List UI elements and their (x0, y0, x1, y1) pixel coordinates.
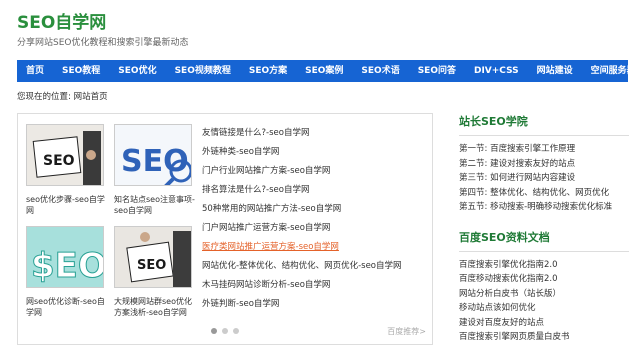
baidu-recommend-link[interactable]: 百度推荐> (387, 326, 426, 337)
article-link[interactable]: 排名算法是什么?-seo自学网 (202, 181, 427, 200)
sidebar: 站长SEO学院 第一节: 百度搜索引擎工作原理 第二节: 建设对搜索友好的站点 第三… (459, 113, 629, 345)
academy-item[interactable]: 第三节: 如何进行网站内容建设 (459, 171, 629, 186)
academy-list: 第一节: 百度搜索引擎工作原理 第二节: 建设对搜索友好的站点 第三节: 如何进行网… (459, 142, 629, 215)
nav-item[interactable]: SEO优化 (109, 60, 165, 82)
academy-item-title: 整体优化、结构优化、网页优化 (490, 187, 610, 198)
academy-item-number: 第四节: (459, 187, 488, 198)
academy-item-title: 百度搜索引擎工作原理 (490, 144, 576, 154)
academy-item[interactable]: 第二节: 建设对搜索友好的站点 (459, 157, 629, 172)
thumbnail-caption-3[interactable]: 网seo优化诊断-seo自学网 (26, 296, 108, 318)
article-list: 友情链接是什么?-seo自学网 外链种类-seo自学网 门户行业网站推广方案-seo… (202, 124, 427, 314)
academy-item-title: 建设对搜索友好的站点 (490, 158, 576, 169)
nav-item[interactable]: 网站建设 (528, 60, 582, 82)
site-subtitle: 分享网站SEO优化教程和搜索引擎最新动态 (17, 38, 189, 48)
nav-item[interactable]: SEO术语 (352, 60, 408, 82)
nav-item[interactable]: DIV+CSS (465, 60, 528, 82)
article-link[interactable]: 外链判断-seo自学网 (202, 295, 427, 314)
article-link[interactable]: 医疗类网站推广运营方案-seo自学网 (202, 238, 427, 257)
svg-text:SEO: SEO (43, 153, 75, 169)
nav-item[interactable]: SEO问答 (409, 60, 465, 82)
academy-item-number: 第一节: (459, 144, 488, 154)
academy-item-number: 第三节: (459, 173, 488, 183)
site-title[interactable]: SEO自学网 (17, 8, 106, 33)
carousel-dot-2[interactable] (222, 328, 228, 334)
article-link[interactable]: 友情链接是什么?-seo自学网 (202, 124, 427, 143)
doc-link[interactable]: 建设对百度友好的站点 (459, 316, 629, 331)
thumbnail-3[interactable]: $EO (26, 226, 104, 288)
doc-link[interactable]: 百度搜索引擎网页质量白皮书 (459, 330, 629, 345)
academy-item[interactable]: 第五节: 移动搜索-明确移动搜索优化标准 (459, 200, 629, 215)
doc-link[interactable]: 移动站点该如何优化 (459, 301, 629, 316)
academy-section-title[interactable]: 站长SEO学院 (459, 113, 629, 136)
breadcrumb: 您现在的位置: 网站首页 (17, 92, 108, 102)
article-link[interactable]: 外链种类-seo自学网 (202, 143, 427, 162)
thumbnail-caption-4[interactable]: 大规模网站群seo优化方案浅析-seo自学网 (114, 296, 196, 318)
academy-item[interactable]: 第一节: 百度搜索引擎工作原理 (459, 142, 629, 157)
academy-item[interactable]: 第四节: 整体优化、结构优化、网页优化 (459, 186, 629, 201)
doc-link[interactable]: 百度移动搜索优化指南2.0 (459, 272, 629, 287)
thumbnail-1[interactable]: SEO (26, 124, 104, 186)
carousel-dot-3[interactable] (233, 328, 239, 334)
carousel-dot-1[interactable] (211, 328, 217, 334)
featured-articles-panel: SEO seo优化步骤-seo自学网 SEO 知名站点seo注意事项-seo自学… (17, 113, 433, 345)
docs-section-title[interactable]: 百度SEO资料文档 (459, 229, 629, 252)
nav-item[interactable]: 空间服务器 (582, 60, 640, 82)
article-link[interactable]: 门户网站推广运营方案-seo自学网 (202, 219, 427, 238)
main-nav: 首页 SEO教程 SEO优化 SEO视频教程 SEO方案 SEO案例 SEO术语 SEO问答 D… (17, 60, 636, 82)
article-link[interactable]: 门户行业网站推广方案-seo自学网 (202, 162, 427, 181)
docs-list: 百度搜索引擎优化指南2.0 百度移动搜索优化指南2.0 网站分析白皮书（站长版） 移动… (459, 258, 629, 345)
nav-item[interactable]: SEO案例 (296, 60, 352, 82)
article-link[interactable]: 木马挂码网站诊断分析-seo自学网 (202, 276, 427, 295)
nav-item[interactable]: SEO视频教程 (166, 60, 240, 82)
academy-item-number: 第二节: (459, 158, 488, 169)
academy-item-number: 第五节: (459, 202, 488, 212)
thumbnail-4[interactable]: SEO (114, 226, 192, 288)
thumbnail-caption-1[interactable]: seo优化步骤-seo自学网 (26, 194, 108, 216)
svg-text:SEO: SEO (137, 258, 166, 273)
thumbnail-caption-2[interactable]: 知名站点seo注意事项-seo自学网 (114, 194, 196, 216)
thumbnail-2[interactable]: SEO (114, 124, 192, 186)
academy-item-title: 如何进行网站内容建设 (490, 173, 576, 183)
nav-item[interactable]: SEO教程 (53, 60, 109, 82)
article-link[interactable]: 50种常用的网站推广方法-seo自学网 (202, 200, 427, 219)
academy-item-title: 移动搜索-明确移动搜索优化标准 (490, 202, 613, 212)
nav-item[interactable]: 首页 (17, 60, 53, 82)
doc-link[interactable]: 网站分析白皮书（站长版） (459, 287, 629, 302)
article-link[interactable]: 网站优化-整体优化、结构优化、网页优化-seo自学网 (202, 257, 427, 276)
nav-item[interactable]: SEO方案 (240, 60, 296, 82)
carousel-dots (211, 328, 239, 334)
doc-link[interactable]: 百度搜索引擎优化指南2.0 (459, 258, 629, 273)
svg-text:$EO: $EO (31, 246, 104, 286)
